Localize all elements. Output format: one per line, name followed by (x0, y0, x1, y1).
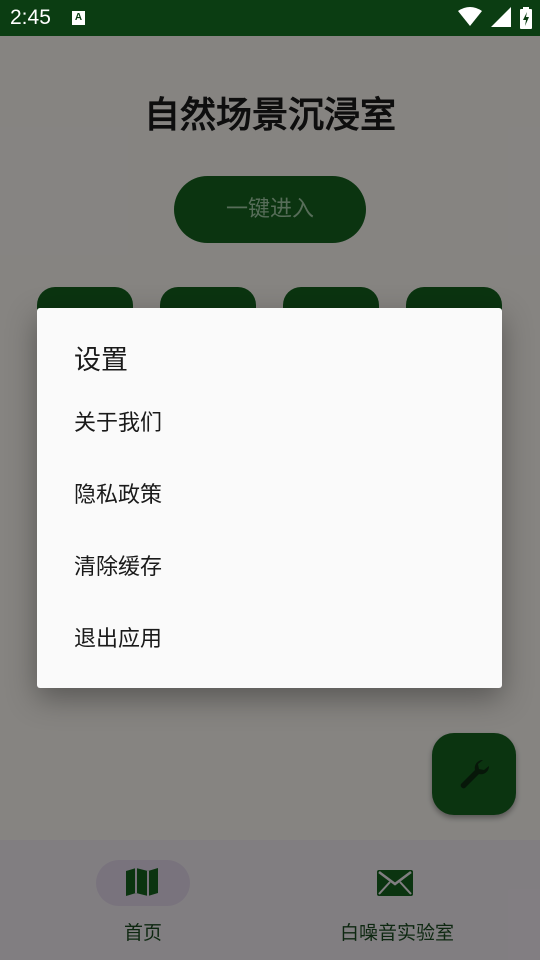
status-bar: 2:45 A (0, 0, 540, 36)
notification-a-icon: A (72, 11, 85, 25)
dialog-title: 设置 (74, 345, 128, 376)
signal-icon (490, 7, 511, 27)
wifi-icon (457, 7, 482, 26)
battery-charging-icon (520, 7, 532, 29)
dialog-item-privacy-policy[interactable]: 隐私政策 (74, 466, 474, 526)
status-icons (454, 7, 532, 29)
dialog-item-about-us[interactable]: 关于我们 (74, 394, 474, 454)
dialog-item-exit-app[interactable]: 退出应用 (74, 610, 474, 670)
status-time: 2:45 (10, 6, 51, 29)
settings-dialog: 设置 关于我们 隐私政策 清除缓存 退出应用 (37, 308, 502, 688)
dialog-item-clear-cache[interactable]: 清除缓存 (74, 538, 474, 598)
